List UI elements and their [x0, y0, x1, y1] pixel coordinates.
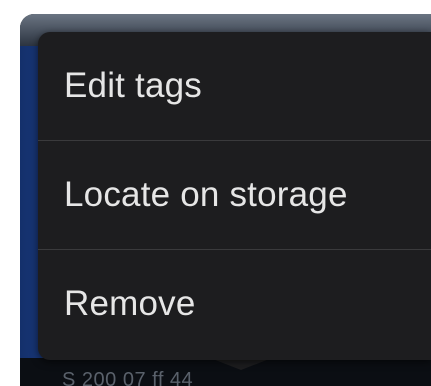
menu-item-remove[interactable]: Remove	[38, 249, 431, 358]
menu-item-label: Edit tags	[64, 66, 202, 105]
background-status-text: S 200 07 ff 44	[62, 369, 194, 386]
menu-item-edit-tags[interactable]: Edit tags	[38, 32, 431, 140]
context-menu: Edit tags Locate on storage Remove	[38, 32, 431, 360]
menu-item-locate-on-storage[interactable]: Locate on storage	[38, 140, 431, 249]
menu-item-label: Locate on storage	[64, 175, 348, 214]
menu-item-label: Remove	[64, 284, 196, 323]
